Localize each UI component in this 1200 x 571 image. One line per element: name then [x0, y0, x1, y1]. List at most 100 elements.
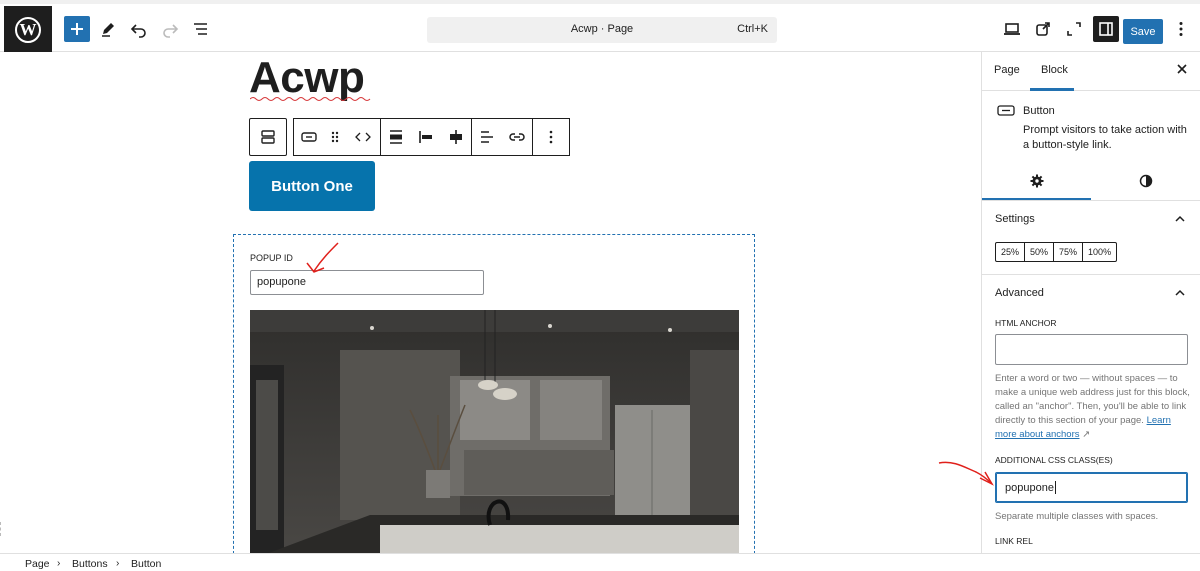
- expand-icon: [1067, 22, 1081, 36]
- drag-icon: [331, 131, 339, 143]
- css-classes-label: ADDITIONAL CSS CLASS(ES): [995, 455, 1113, 465]
- styles-icon: [1139, 174, 1153, 188]
- redo-icon: [163, 24, 179, 38]
- kitchen-image: [250, 310, 739, 553]
- document-overview-button[interactable]: [188, 16, 214, 42]
- canvas-edge-marker: [0, 522, 3, 536]
- close-icon: [1177, 64, 1187, 74]
- buttons-block-icon: [261, 130, 275, 144]
- block-description: Prompt visitors to take action with a bu…: [1023, 124, 1187, 151]
- move-left-right-button[interactable]: [346, 119, 380, 155]
- options-menu-button[interactable]: [1168, 16, 1194, 42]
- align-left-icon: [481, 131, 493, 143]
- chevron-up-icon[interactable]: [1174, 287, 1186, 299]
- drag-handle[interactable]: [324, 119, 346, 155]
- chevron-up-icon[interactable]: [1174, 213, 1186, 225]
- wordpress-icon: W: [15, 16, 41, 43]
- list-view-icon: [194, 23, 207, 35]
- tab-settings[interactable]: [1028, 172, 1046, 190]
- text-align-button[interactable]: [472, 119, 502, 155]
- toolbar-group-more: [532, 118, 570, 156]
- popup-block[interactable]: POPUP ID popupone: [233, 234, 755, 553]
- toolbar-group-format: [471, 118, 532, 156]
- more-vertical-icon: [1179, 22, 1183, 36]
- chevron-right-icon: ›: [116, 558, 120, 569]
- close-settings-button[interactable]: [1175, 62, 1189, 80]
- command-shortcut: Ctrl+K: [737, 23, 768, 35]
- toolbar-group-justify: [380, 118, 471, 156]
- justify-stretch-icon: [390, 130, 402, 144]
- more-vertical-icon: [549, 130, 553, 144]
- annotation-arrow-popup: [306, 242, 339, 273]
- html-anchor-label: HTML ANCHOR: [995, 318, 1057, 328]
- block-options-button[interactable]: [533, 119, 569, 155]
- tab-styles[interactable]: [1137, 172, 1155, 190]
- button-width-selector: 25% 50% 75% 100%: [995, 242, 1118, 262]
- panel-divider: [982, 274, 1200, 275]
- block-type-button[interactable]: [294, 119, 324, 155]
- editor-canvas: Acwp Button One POPUP ID popupone: [0, 52, 980, 553]
- tab-block[interactable]: Block: [1041, 64, 1068, 76]
- link-rel-label: LINK REL: [995, 536, 1033, 546]
- tab-page[interactable]: Page: [994, 64, 1020, 76]
- button-one[interactable]: Button One: [249, 161, 375, 211]
- laptop-icon: [1004, 23, 1020, 35]
- breadcrumb-buttons[interactable]: Buttons: [72, 558, 108, 570]
- undo-icon: [130, 24, 146, 38]
- breadcrumb-button[interactable]: Button: [131, 558, 161, 570]
- width-75-button[interactable]: 75%: [1054, 243, 1084, 261]
- link-button[interactable]: [502, 119, 532, 155]
- justify-left-button[interactable]: [411, 119, 441, 155]
- chevrons-left-right-icon: [355, 132, 371, 142]
- popup-id-input[interactable]: popupone: [250, 270, 484, 295]
- select-parent-buttons-button[interactable]: [249, 118, 287, 156]
- justify-center-button[interactable]: [441, 119, 471, 155]
- justify-left-icon: [419, 131, 432, 143]
- css-classes-help: Separate multiple classes with spaces.: [995, 511, 1159, 522]
- link-icon: [509, 133, 525, 141]
- width-25-button[interactable]: 25%: [996, 243, 1026, 261]
- external-link-icon: [1036, 22, 1050, 36]
- toolbar-group-block: [293, 118, 380, 156]
- block-card: Button Prompt visitors to take action wi…: [982, 92, 1200, 160]
- button-block-icon: [997, 105, 1015, 116]
- plus-icon: [71, 23, 83, 35]
- add-block-button[interactable]: [64, 16, 90, 42]
- fullscreen-button[interactable]: [1061, 16, 1087, 42]
- settings-sidebar-toggle[interactable]: [1093, 16, 1119, 42]
- save-button[interactable]: Save: [1123, 19, 1163, 44]
- html-anchor-input[interactable]: [995, 334, 1188, 365]
- sidebar-icon: [1099, 22, 1113, 36]
- button-block-icon: [301, 132, 317, 142]
- width-100-button[interactable]: 100%: [1083, 243, 1116, 261]
- view-page-button[interactable]: [1030, 16, 1056, 42]
- popup-id-label: POPUP ID: [250, 253, 293, 263]
- settings-panel-heading[interactable]: Settings: [995, 213, 1035, 225]
- device-preview-button[interactable]: [999, 16, 1025, 42]
- top-toolbar: W Acwp · Page Ctrl+K Save: [0, 0, 1200, 53]
- command-palette-bar[interactable]: Acwp · Page Ctrl+K: [427, 17, 777, 43]
- active-tab-indicator: [1030, 88, 1074, 91]
- redo-button[interactable]: [157, 16, 183, 42]
- css-classes-input[interactable]: popupone: [995, 472, 1188, 503]
- wordpress-logo[interactable]: W: [4, 6, 52, 53]
- pencil-icon: [102, 23, 114, 37]
- tools-button[interactable]: [95, 16, 121, 42]
- sidebar-tabs: Page Block: [982, 52, 1200, 91]
- block-name: Button: [1023, 105, 1055, 117]
- undo-button[interactable]: [126, 16, 152, 42]
- width-50-button[interactable]: 50%: [1025, 243, 1055, 261]
- spellcheck-underline: [250, 97, 371, 101]
- advanced-panel-heading[interactable]: Advanced: [995, 287, 1044, 299]
- css-classes-value: popupone: [1005, 481, 1054, 494]
- active-subtab-indicator: [982, 198, 1091, 200]
- block-toolbar: [249, 118, 570, 156]
- document-title: Acwp · Page: [570, 23, 634, 35]
- settings-sidebar: Page Block Button Prompt visitors to tak…: [981, 52, 1200, 553]
- external-link-icon: ↗: [1079, 429, 1091, 440]
- chevron-right-icon: ›: [57, 558, 61, 569]
- justify-top-button[interactable]: [381, 119, 411, 155]
- kitchen-photo: [250, 310, 739, 553]
- annotation-arrow-css: [938, 461, 994, 486]
- breadcrumb-page[interactable]: Page: [25, 558, 50, 570]
